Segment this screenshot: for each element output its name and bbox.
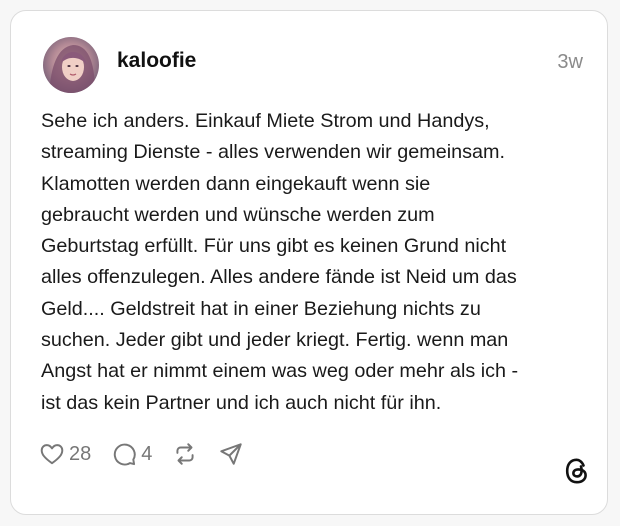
post-text-line: suchen. Jeder gibt und jeder kriegt. Fer… <box>41 329 509 352</box>
send-icon <box>220 443 243 465</box>
post-text-line: alles offenzulegen. Alles andere fände i… <box>41 266 517 289</box>
post-text-line: Klamotten werden dann eingekauft wenn si… <box>41 172 431 195</box>
post-text-line: Angst hat er nimmt einem was weg oder me… <box>41 360 519 383</box>
post-text-line: gebraucht werden und wünsche werden zum <box>41 203 435 226</box>
post-card: kaloofie 3w Sehe ich anders. Einkauf Mie… <box>10 10 608 515</box>
comment-icon <box>114 443 136 466</box>
reply-count: 4 <box>141 442 153 465</box>
like-button[interactable]: 28 <box>39 441 91 467</box>
like-count: 28 <box>69 442 92 465</box>
heart-icon <box>40 444 64 465</box>
reply-button[interactable]: 4 <box>111 441 152 467</box>
username[interactable]: kaloofie <box>117 49 196 73</box>
avatar[interactable] <box>43 37 99 93</box>
post-text-line: Geburtstag erfüllt. Für uns gibt es kein… <box>41 235 507 258</box>
post-text-line: Geld.... Geldstreit hat in einer Beziehu… <box>41 297 481 320</box>
post-text-line: ist das kein Partner und ich auch nicht … <box>41 391 442 414</box>
repost-button[interactable] <box>172 441 198 467</box>
post-timestamp: 3w <box>557 51 583 73</box>
post-text: Sehe ich anders. Einkauf Miete Strom und… <box>41 106 601 419</box>
post-text-line: streaming Dienste - alles verwenden wir … <box>41 141 505 164</box>
repost-icon <box>176 443 194 465</box>
share-button[interactable] <box>218 441 244 467</box>
threads-logo-icon <box>563 456 591 491</box>
post-text-line: Sehe ich anders. Einkauf Miete Strom und… <box>41 110 490 132</box>
action-bar: 28 4 <box>39 439 244 469</box>
